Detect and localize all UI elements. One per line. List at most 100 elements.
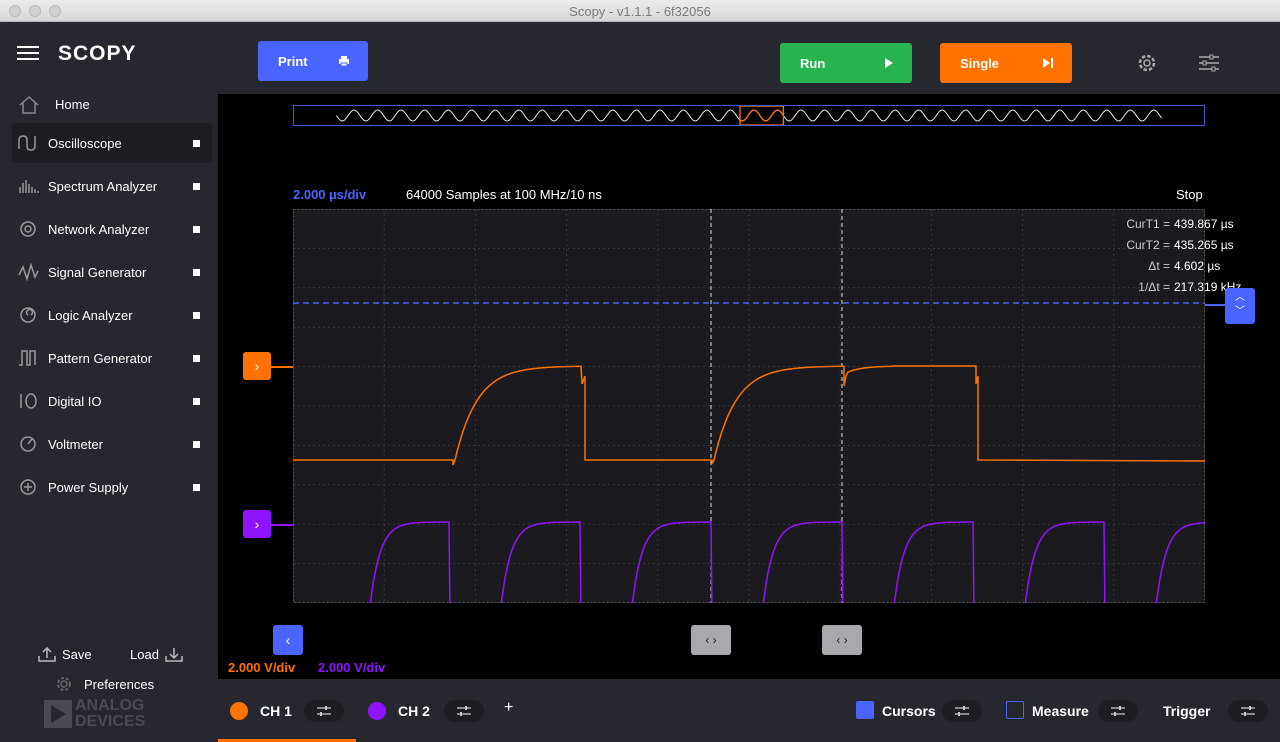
status-indicator	[193, 269, 200, 276]
sliders-icon	[955, 706, 969, 716]
acquisition-status: Stop	[1176, 187, 1203, 202]
run-label: Run	[800, 56, 826, 71]
save-button[interactable]: Save	[38, 646, 92, 662]
ch1-offset-handle[interactable]: ›	[243, 352, 271, 380]
ch2-settings-button[interactable]	[444, 700, 484, 722]
ch2-volts-per-div: 2.000 V/div	[318, 660, 386, 675]
trigger-marker-line	[1205, 304, 1225, 306]
ch2-offset-handle[interactable]: ›	[243, 510, 271, 538]
sidebar-item-label: Power Supply	[48, 480, 129, 495]
ch1-color-indicator	[230, 702, 248, 720]
sidebar-item-label: Pattern Generator	[48, 351, 153, 366]
single-label: Single	[960, 56, 1000, 71]
measure-button[interactable]: Measure	[1006, 679, 1146, 742]
ch1-label: CH 1	[260, 703, 292, 719]
signal-icon	[18, 263, 39, 281]
brand-line-1: ANALOG	[75, 697, 145, 714]
measure-settings-button[interactable]	[1098, 700, 1138, 722]
title-bar: Scopy - v1.1.1 - 6f32056	[0, 0, 1280, 22]
trigger-button[interactable]: Trigger	[1163, 679, 1278, 742]
channel-settings-sliders-icon[interactable]	[1198, 54, 1220, 72]
hamburger-menu-icon[interactable]	[17, 46, 39, 62]
voltmeter-icon	[20, 436, 36, 452]
measurement-label: CurT2 =	[1126, 238, 1170, 252]
single-button[interactable]: Single	[940, 43, 1072, 83]
sliders-icon	[457, 706, 471, 716]
trigger-settings-button[interactable]	[1228, 700, 1268, 722]
sliders-icon	[1111, 706, 1125, 716]
print-label: Print	[278, 54, 308, 69]
measurement-row: CurT1 = 439.867 µs	[1126, 217, 1248, 231]
add-channel-button[interactable]: +	[504, 699, 513, 717]
analog-devices-logo-mark	[44, 700, 72, 728]
sidebar-item-home[interactable]: Home	[12, 90, 212, 120]
download-icon	[165, 648, 183, 662]
cursor-t1-handle[interactable]: ‹ ›	[691, 625, 731, 655]
measurement-row: CurT2 = 435.265 µs	[1126, 238, 1248, 252]
printer-icon	[339, 56, 349, 67]
sidebar-item-voltmeter[interactable]: Voltmeter	[12, 424, 212, 464]
measurement-row: Δt = 4.602 µs	[1148, 259, 1248, 273]
oscilloscope-icon	[18, 135, 36, 151]
ch2-label: CH 2	[398, 703, 430, 719]
ch1-volts-per-div: 2.000 V/div	[228, 660, 296, 675]
scope-display[interactable]: 2.000 µs/div 64000 Samples at 100 MHz/10…	[218, 94, 1280, 679]
ch1-settings-button[interactable]	[304, 700, 344, 722]
scope-plot[interactable]	[293, 209, 1205, 603]
timebase-label: 2.000 µs/div	[293, 187, 367, 202]
cursors-label: Cursors	[882, 703, 936, 719]
sidebar-item-pattern-generator[interactable]: Pattern Generator	[12, 338, 212, 378]
sidebar-item-spectrum-analyzer[interactable]: Spectrum Analyzer	[12, 166, 212, 206]
status-indicator	[193, 183, 200, 190]
status-indicator	[193, 355, 200, 362]
status-indicator	[193, 441, 200, 448]
save-label: Save	[62, 647, 92, 662]
sidebar-item-oscilloscope[interactable]: Oscilloscope	[12, 123, 212, 163]
ch1-marker-line	[271, 366, 293, 368]
sidebar-item-power-supply[interactable]: Power Supply	[12, 467, 212, 507]
ch1-button[interactable]: CH 1	[218, 679, 356, 742]
ch2-color-indicator	[368, 702, 386, 720]
power-icon	[20, 479, 36, 495]
cursors-button[interactable]: Cursors	[856, 679, 996, 742]
digital-io-icon	[20, 393, 37, 409]
sidebar: SCOPY Home Oscilloscope Spectrum Analyze…	[0, 22, 218, 742]
status-indicator	[193, 312, 200, 319]
network-icon	[20, 221, 36, 237]
step-forward-icon	[1043, 58, 1053, 68]
cursors-settings-button[interactable]	[942, 700, 982, 722]
load-button[interactable]: Load	[130, 646, 183, 662]
oscilloscope-panel: Print Run Single 2.000 µs/div 64000 Samp…	[218, 22, 1280, 742]
scroll-left-button[interactable]: ‹	[273, 625, 303, 655]
cursors-checkbox[interactable]	[856, 701, 874, 719]
load-label: Load	[130, 647, 159, 662]
ch2-button[interactable]: CH 2	[368, 679, 498, 742]
cursor-t2-handle[interactable]: ‹ ›	[822, 625, 862, 655]
timeline-overview[interactable]	[293, 105, 1205, 126]
sliders-icon	[317, 706, 331, 716]
preferences-button[interactable]: Preferences	[54, 674, 154, 694]
status-indicator	[193, 484, 200, 491]
trigger-label: Trigger	[1163, 703, 1211, 719]
measurement-label: Δt =	[1148, 259, 1170, 273]
measure-checkbox[interactable]	[1006, 701, 1024, 719]
measurement-value: 4.602 µs	[1174, 259, 1221, 273]
sidebar-item-network-analyzer[interactable]: Network Analyzer	[12, 209, 212, 249]
upload-icon	[38, 646, 56, 662]
settings-gear-icon[interactable]	[1136, 52, 1158, 74]
sidebar-item-digital-io[interactable]: Digital IO	[12, 381, 212, 421]
app-window: Scopy - v1.1.1 - 6f32056 SCOPY Home Osci…	[0, 0, 1280, 742]
print-button[interactable]: Print	[258, 41, 368, 81]
sidebar-item-signal-generator[interactable]: Signal Generator	[12, 252, 212, 292]
sidebar-item-label: Home	[55, 97, 90, 112]
sidebar-item-label: Logic Analyzer	[48, 308, 133, 323]
measurement-label: 1/Δt =	[1138, 280, 1170, 294]
spectrum-icon	[19, 180, 39, 193]
channel-bar: CH 1 CH 2 + Cursors Measure Trigger	[218, 679, 1280, 742]
pattern-icon	[19, 350, 36, 366]
sidebar-item-logic-analyzer[interactable]: Logic Analyzer	[12, 295, 212, 335]
logic-icon	[20, 307, 36, 323]
sliders-icon	[1241, 706, 1255, 716]
run-button[interactable]: Run	[780, 43, 912, 83]
trigger-level-handle[interactable]: ︿ ﹀	[1225, 288, 1255, 324]
